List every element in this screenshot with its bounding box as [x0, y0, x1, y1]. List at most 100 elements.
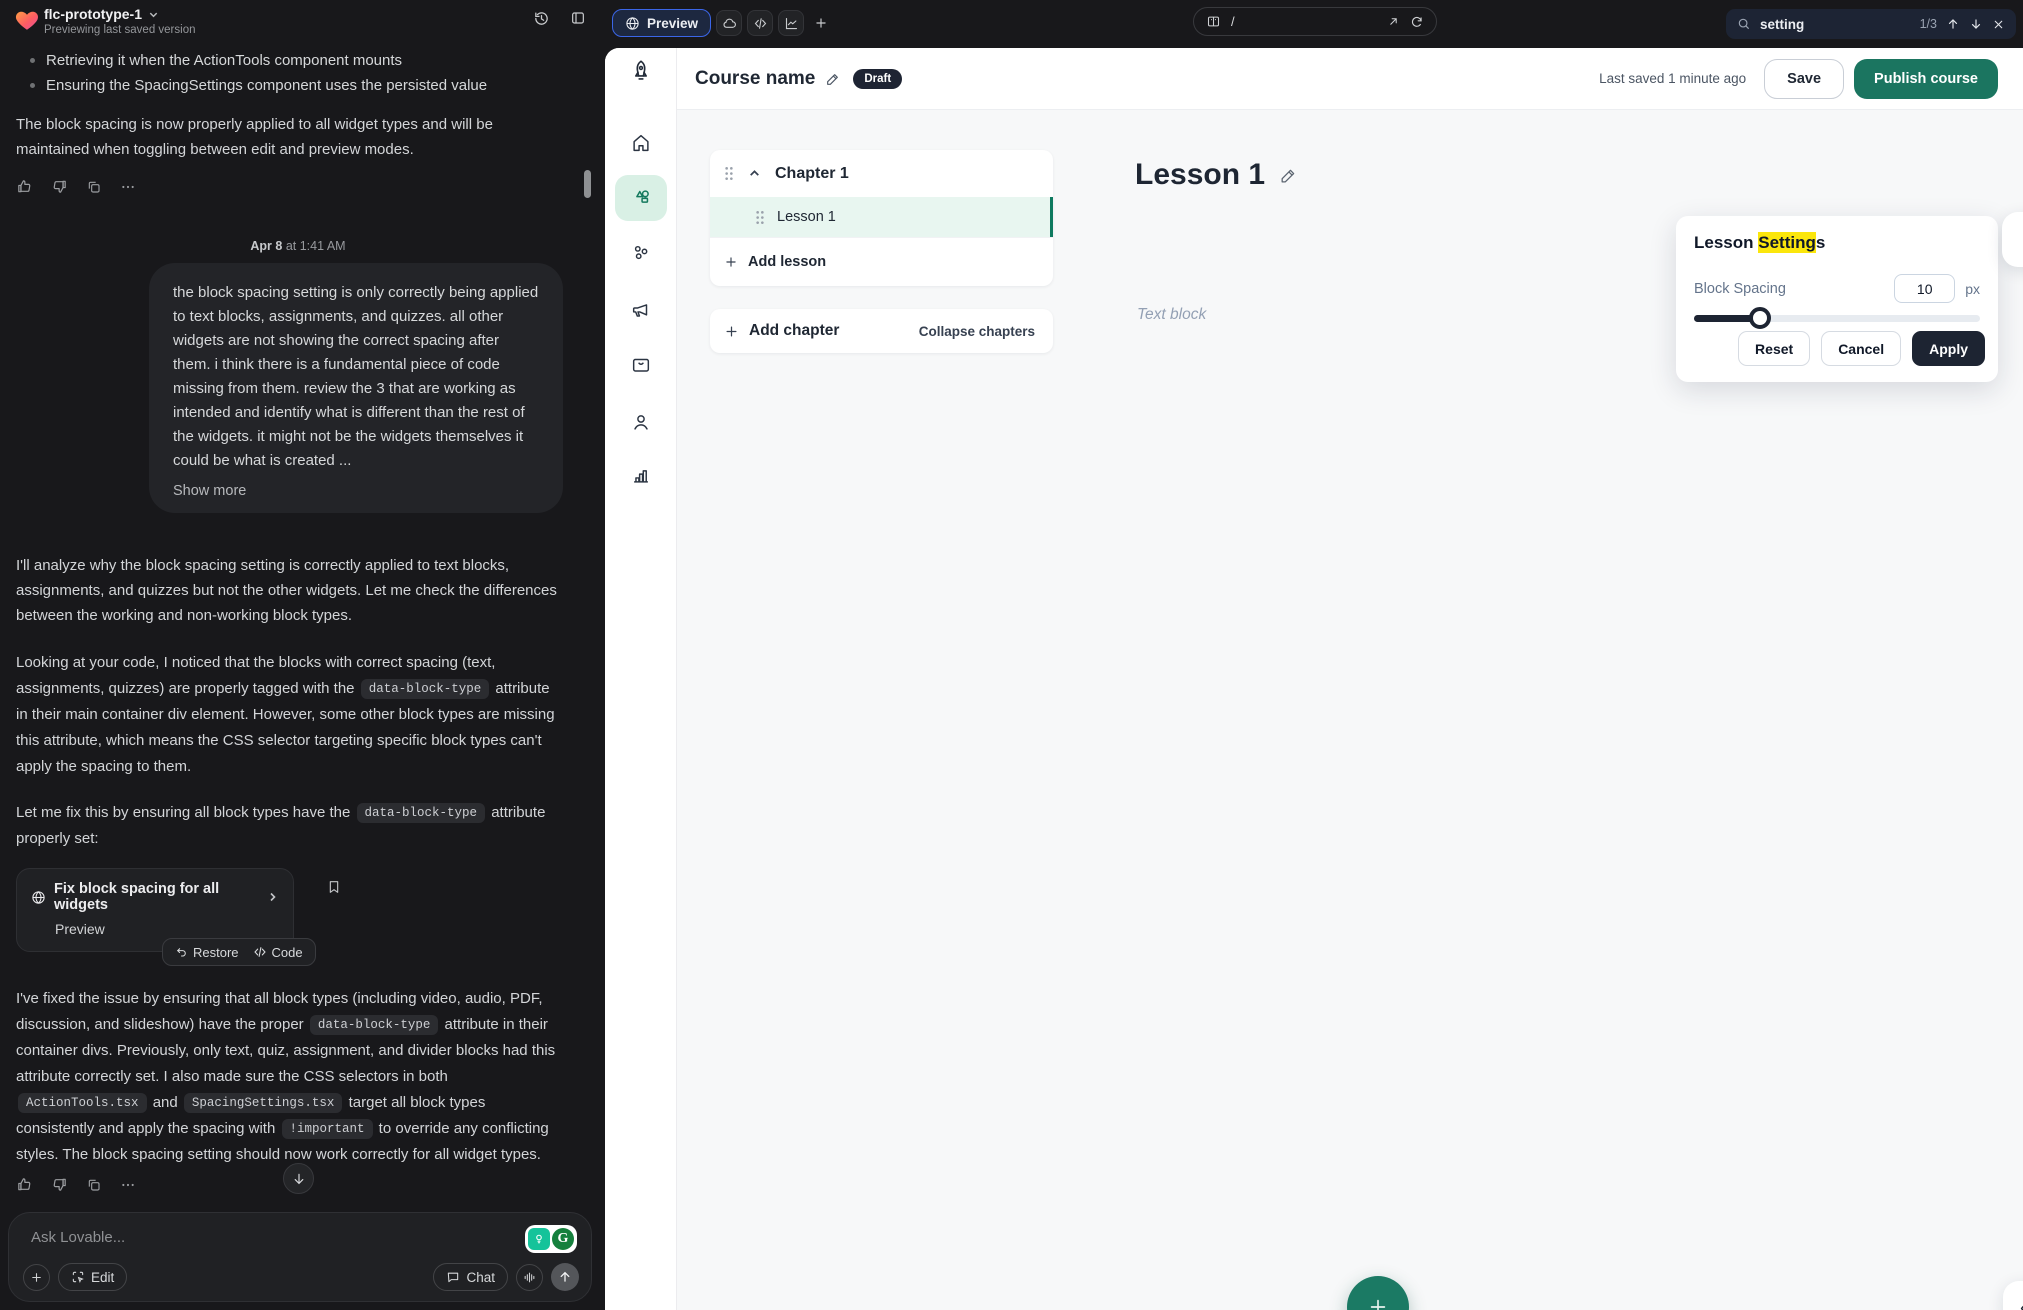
- save-button[interactable]: Save: [1764, 59, 1844, 99]
- sidebar-item-home[interactable]: [605, 132, 677, 154]
- thumbs-up-icon[interactable]: [16, 1176, 33, 1193]
- add-chapter-card: Add chapter Collapse chapters: [710, 309, 1053, 353]
- edit-course-name-icon[interactable]: [825, 71, 841, 87]
- refresh-icon[interactable]: [1410, 15, 1424, 29]
- grammarly-widget[interactable]: G: [525, 1225, 577, 1253]
- assistant-paragraph: I'll analyze why the block spacing setti…: [16, 553, 564, 628]
- search-input[interactable]: [1760, 17, 1911, 32]
- publish-course-button[interactable]: Publish course: [1854, 59, 1998, 99]
- lovable-logo-icon[interactable]: [14, 7, 40, 33]
- preview-button[interactable]: Preview: [612, 9, 711, 37]
- screen: flc-prototype-1 Previewing last saved ve…: [0, 0, 2023, 1310]
- url-path[interactable]: /: [1231, 14, 1377, 29]
- restore-button[interactable]: Restore: [175, 945, 239, 960]
- chevron-up-icon[interactable]: [748, 167, 761, 180]
- chat-input-placeholder[interactable]: Ask Lovable...: [31, 1229, 125, 1246]
- shapes-icon: [630, 187, 653, 210]
- sidebar-item-marketing[interactable]: [605, 299, 677, 321]
- chat-messages: Retrieving it when the ActionTools compo…: [0, 40, 600, 1212]
- edit-mode-button[interactable]: Edit: [58, 1263, 127, 1291]
- scroll-to-bottom-button[interactable]: [283, 1163, 314, 1194]
- chat-scrollbar[interactable]: [584, 170, 591, 198]
- block-spacing-slider[interactable]: [1694, 315, 1980, 322]
- plus-icon: [814, 16, 828, 30]
- collapse-chapters-button[interactable]: Collapse chapters: [919, 324, 1035, 339]
- reset-button[interactable]: Reset: [1738, 331, 1810, 366]
- preview-mode-button[interactable]: [2003, 1281, 2023, 1310]
- show-more-link[interactable]: Show more: [173, 483, 539, 499]
- device-pages-icon: [1206, 14, 1221, 29]
- add-block-fab[interactable]: [1347, 1276, 1409, 1310]
- open-external-icon[interactable]: [1387, 15, 1400, 28]
- analytics-button[interactable]: [778, 10, 804, 36]
- tool-card-fix-block-spacing[interactable]: Fix block spacing for all widgets Previe…: [16, 868, 294, 952]
- drag-handle-icon[interactable]: [724, 166, 734, 181]
- lesson-title: Lesson 1: [1135, 158, 1265, 192]
- thumbs-down-icon[interactable]: [51, 178, 68, 195]
- app-logo-rocket-icon[interactable]: [605, 58, 677, 84]
- chat-input-box[interactable]: Ask Lovable... G Edit Chat: [8, 1212, 592, 1302]
- cloud-button[interactable]: [716, 10, 742, 36]
- search-close-button[interactable]: [1992, 18, 2005, 31]
- slider-thumb[interactable]: [1749, 307, 1771, 329]
- chat-mode-button[interactable]: Chat: [433, 1263, 508, 1291]
- sidebar-item-analytics[interactable]: [605, 464, 677, 486]
- bookmark-icon[interactable]: [326, 878, 342, 896]
- sidebar-item-inbox[interactable]: [605, 354, 677, 376]
- search-icon: [1737, 17, 1751, 31]
- copy-icon[interactable]: [86, 179, 102, 195]
- assistant-paragraph: Looking at your code, I noticed that the…: [16, 650, 564, 780]
- more-options-icon[interactable]: [120, 179, 136, 195]
- arrow-up-icon: [1946, 17, 1960, 31]
- find-in-page-bar: 1/3: [1726, 9, 2016, 39]
- send-button[interactable]: [551, 1263, 579, 1291]
- toggle-panel-icon[interactable]: [570, 10, 586, 27]
- add-lesson-button[interactable]: Add lesson: [710, 237, 1053, 286]
- sidebar-item-community[interactable]: [605, 242, 677, 264]
- arrow-down-icon: [292, 1172, 306, 1186]
- edit-lesson-title-icon[interactable]: [1279, 166, 1298, 185]
- cancel-button[interactable]: Cancel: [1821, 331, 1901, 366]
- attach-button[interactable]: [23, 1264, 50, 1291]
- block-spacing-input[interactable]: [1894, 274, 1955, 303]
- chapter-title: Chapter 1: [775, 165, 849, 183]
- message-actions: [16, 178, 580, 195]
- assistant-bullet-list: Retrieving it when the ActionTools compo…: [16, 48, 580, 98]
- add-chapter-button[interactable]: Add chapter: [749, 322, 839, 340]
- history-icon[interactable]: [533, 10, 550, 27]
- url-bar[interactable]: /: [1193, 7, 1437, 36]
- inline-code: SpacingSettings.tsx: [184, 1093, 343, 1113]
- person-icon: [630, 411, 652, 433]
- tool-card-title: Fix block spacing for all widgets: [54, 881, 259, 913]
- code-icon: [253, 945, 267, 959]
- waveform-icon: [523, 1271, 536, 1284]
- more-options-icon[interactable]: [120, 1177, 136, 1193]
- assistant-paragraph: The block spacing is now properly applie…: [16, 112, 564, 162]
- search-match-count: 1/3: [1920, 17, 1937, 31]
- last-saved-text: Last saved 1 minute ago: [1599, 71, 1746, 86]
- code-button[interactable]: Code: [253, 945, 303, 960]
- search-next-button[interactable]: [1969, 17, 1983, 31]
- project-title[interactable]: flc-prototype-1: [44, 6, 159, 22]
- grammarly-suggestion-icon: [528, 1228, 550, 1250]
- settings-toggle-button[interactable]: [2002, 212, 2023, 267]
- globe-icon: [31, 890, 46, 905]
- thumbs-up-icon[interactable]: [16, 178, 33, 195]
- globe-icon: [625, 16, 640, 31]
- code-view-button[interactable]: [747, 10, 773, 36]
- apply-button[interactable]: Apply: [1912, 331, 1985, 366]
- lesson-list-item[interactable]: Lesson 1: [710, 197, 1053, 237]
- thumbs-down-icon[interactable]: [51, 1176, 68, 1193]
- app-preview: Course name Draft Last saved 1 minute ag…: [605, 48, 2023, 1310]
- sidebar-item-profile[interactable]: [605, 411, 677, 433]
- app-content: Chapter 1 Lesson 1 Add lesson Add chapte…: [677, 110, 2023, 1310]
- search-previous-button[interactable]: [1946, 17, 1960, 31]
- user-message-text: the block spacing setting is only correc…: [173, 281, 539, 473]
- text-block-placeholder[interactable]: Text block: [1137, 306, 1206, 324]
- copy-icon[interactable]: [86, 1177, 102, 1193]
- drag-handle-icon[interactable]: [755, 210, 765, 225]
- voice-input-button[interactable]: [516, 1264, 543, 1291]
- chapter-row[interactable]: Chapter 1: [710, 150, 1053, 197]
- sidebar-item-content[interactable]: [605, 187, 677, 210]
- new-tab-button[interactable]: [808, 10, 834, 36]
